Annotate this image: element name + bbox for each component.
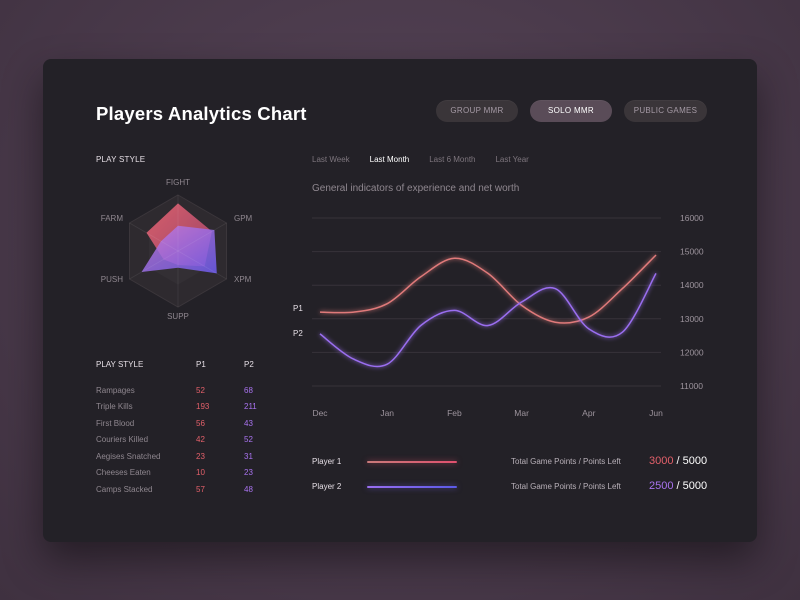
x-tick-label: Dec <box>312 408 328 418</box>
points-total: 5000 <box>682 455 708 467</box>
y-tick-label: 16000 <box>680 213 704 223</box>
points-value-p1: 3000 / 5000 <box>649 455 707 467</box>
points-total: 5000 <box>682 480 708 492</box>
points-label-p2: Total Game Points / Points Left <box>511 482 621 491</box>
series-label-p1: P1 <box>293 304 303 313</box>
y-tick-label: 12000 <box>680 347 704 357</box>
x-tick-label: Jan <box>380 408 394 418</box>
x-tick-label: Jun <box>649 408 663 418</box>
series-label-p2: P2 <box>293 329 303 338</box>
x-tick-label: Mar <box>514 408 529 418</box>
points-separator: / <box>676 480 680 492</box>
x-tick-label: Feb <box>447 408 462 418</box>
x-tick-label: Apr <box>582 408 595 418</box>
y-tick-label: 15000 <box>680 247 704 257</box>
y-tick-label: 14000 <box>680 280 704 290</box>
points-label-p1: Total Game Points / Points Left <box>511 457 621 466</box>
p2-points: 2500 <box>649 480 674 492</box>
points-value-p2: 2500 / 5000 <box>649 480 707 492</box>
line-chart: 16000 15000 14000 13000 12000 11000 Dec Jan Feb… <box>293 213 704 418</box>
legend-line-p2 <box>367 486 457 488</box>
analytics-card: Players Analytics Chart GROUP MMR SOLO M… <box>43 59 757 542</box>
y-tick-label: 13000 <box>680 314 704 324</box>
legend-player2-label: Player 2 <box>312 482 342 491</box>
legend-line-p1 <box>367 461 457 463</box>
points-separator: / <box>676 455 680 467</box>
p1-points: 3000 <box>649 455 674 467</box>
y-tick-label: 11000 <box>680 381 703 391</box>
series-line-p1 <box>319 254 657 324</box>
legend-player1-label: Player 1 <box>312 457 342 466</box>
